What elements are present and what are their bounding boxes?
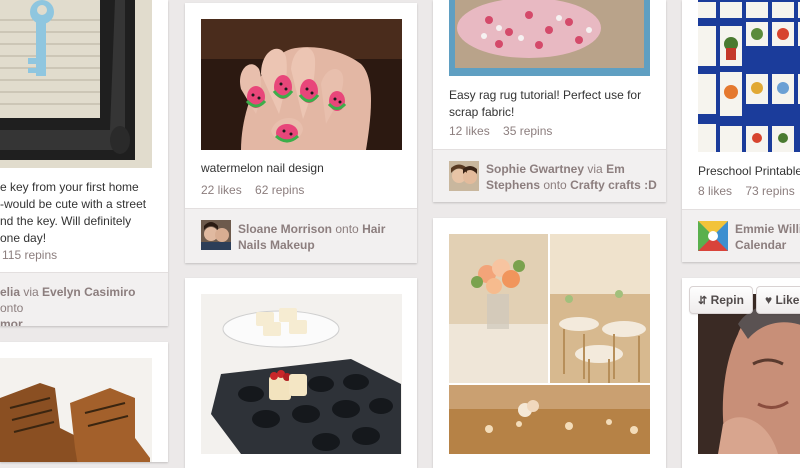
pin-stats: 115 repins [2,248,67,262]
pin-card-watermelon-nails[interactable]: watermelon nail design 22 likes 62 repin… [185,3,417,263]
via-word: via [23,285,39,299]
repins-count[interactable]: 115 repins [2,248,57,262]
pin-footer: Emmie Willi Calendar [682,209,800,262]
pin-card-wedding[interactable] [433,218,666,468]
pin-image-rag-rug[interactable] [449,0,650,76]
pin-image-calendar[interactable] [698,0,800,152]
desc-line: scrap fabric! [449,105,515,119]
pin-image-nails[interactable] [201,19,402,150]
pin-image-boots[interactable] [0,358,152,462]
pin-card-key-frame[interactable]: e key from your first home -would be cut… [0,0,168,326]
repin-label: Repin [710,293,744,307]
pin-description: e key from your first home -would be cut… [0,179,165,247]
attribution-board-link[interactable]: mor [0,317,23,326]
repins-count[interactable]: 35 repins [503,124,552,138]
pin-stats: 8 likes 73 repins [698,184,800,198]
desc-line: -would be cute with a street [0,197,147,211]
attribution-via-user-link[interactable]: Evelyn Casimiro [42,285,135,299]
pin-attribution: Emmie Willi Calendar [735,221,800,253]
pin-footer: elia via Evelyn Casimiro onto mor [0,272,168,326]
desc-line: Easy rag rug tutorial! Perfect use for [449,88,642,102]
desc-line: e key from your first home [0,180,139,194]
pin-attribution: Sophie Gwartney via Em Stephens onto Cra… [486,161,661,193]
pin-stats: 22 likes 62 repins [201,183,314,197]
pin-image-cheesecake[interactable] [201,294,402,454]
repins-count[interactable]: 73 repins [745,184,794,198]
pin-stats: 12 likes 35 repins [449,124,562,138]
like-label: Like [775,293,800,307]
desc-line: nd the key. Will definitely [0,214,132,228]
attribution-user-link[interactable]: Sophie Gwartney [486,162,584,176]
onto-word: onto [335,222,359,236]
like-button[interactable]: ♥ Like [756,286,800,314]
pin-card-boots[interactable] [0,342,168,462]
pin-description: Preschool Printables [698,164,800,178]
pin-card-cheesecake[interactable] [185,278,417,468]
onto-word: onto [543,178,567,192]
pin-attribution: Sloane Morrison onto Hair Nails Makeup [238,221,408,253]
pin-image-key-frame[interactable] [0,0,152,168]
likes-count[interactable]: 8 likes [698,184,732,198]
pin-card-rag-rug[interactable]: Easy rag rug tutorial! Perfect use for s… [433,0,666,202]
user-avatar[interactable] [201,220,231,250]
likes-count[interactable]: 12 likes [449,124,490,138]
attribution-user-link[interactable]: Sloane Morrison [238,222,332,236]
heart-icon: ♥ [765,293,773,307]
user-avatar[interactable] [698,221,728,251]
pin-image-wedding[interactable] [449,234,650,454]
repin-icon: ⇵ [698,295,708,307]
user-avatar[interactable] [449,161,479,191]
pin-footer: Sophie Gwartney via Em Stephens onto Cra… [433,149,666,202]
attribution-user-link[interactable]: Emmie Willi [735,222,800,236]
via-word: via [587,162,603,176]
repins-count[interactable]: 62 repins [255,183,304,197]
pin-description: watermelon nail design [201,161,324,175]
pin-card-preschool[interactable]: Preschool Printables 8 likes 73 repins E… [682,0,800,262]
pin-attribution: elia via Evelyn Casimiro onto mor [0,284,160,326]
attribution-via-user-link[interactable]: Em [606,162,625,176]
attribution-via-user-link[interactable]: Stephens [486,178,540,192]
attribution-board-link[interactable]: Calendar [735,238,786,252]
pin-footer: Sloane Morrison onto Hair Nails Makeup [185,208,417,263]
attribution-user-link[interactable]: elia [0,285,20,299]
repin-button[interactable]: ⇵ Repin [689,286,753,314]
pin-description: Easy rag rug tutorial! Perfect use for s… [449,87,641,121]
likes-count[interactable]: 22 likes [201,183,242,197]
onto-word: onto [0,301,24,315]
pin-image-portrait[interactable] [698,294,800,454]
desc-line: one day! [0,231,47,245]
attribution-board-link[interactable]: Crafty crafts :D [570,178,657,192]
